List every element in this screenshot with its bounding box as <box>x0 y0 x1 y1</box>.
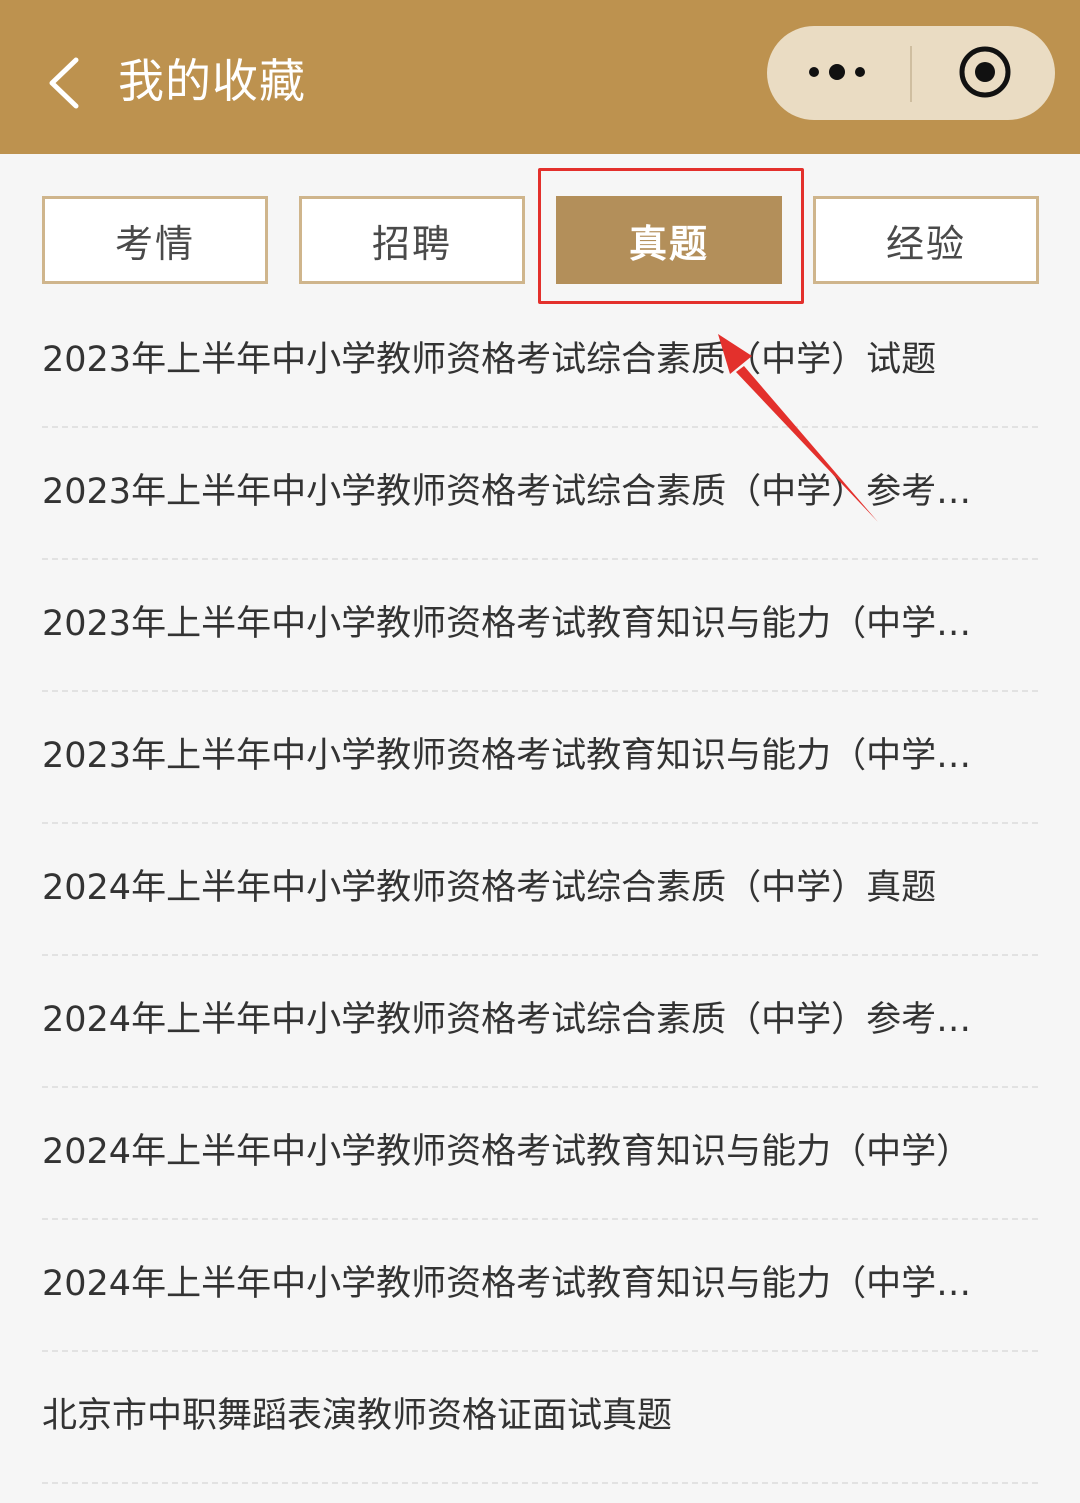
more-button[interactable] <box>767 26 910 120</box>
list-item[interactable]: 北京市中职舞蹈表演教师资格证面试真题 <box>42 1352 1038 1484</box>
favorites-list: 2023年上半年中小学教师资格考试综合素质（中学）试题 2023年上半年中小学教… <box>42 296 1038 1484</box>
list-item[interactable]: 2024年上半年中小学教师资格考试综合素质（中学）参考… <box>42 956 1038 1088</box>
list-item-title: 2023年上半年中小学教师资格考试教育知识与能力（中学… <box>42 736 972 776</box>
list-item-title: 2023年上半年中小学教师资格考试教育知识与能力（中学… <box>42 604 972 644</box>
list-item[interactable]: 2023年上半年中小学教师资格考试综合素质（中学）试题 <box>42 296 1038 428</box>
list-item-title: 2024年上半年中小学教师资格考试教育知识与能力（中学… <box>42 1264 972 1304</box>
page-title: 我的收藏 <box>118 54 306 108</box>
target-circle-icon <box>959 46 1011 98</box>
list-item[interactable]: 2023年上半年中小学教师资格考试综合素质（中学）参考… <box>42 428 1038 560</box>
list-item-title: 2023年上半年中小学教师资格考试综合素质（中学）参考… <box>42 472 972 512</box>
list-item-title: 2024年上半年中小学教师资格考试综合素质（中学）真题 <box>42 868 937 908</box>
category-tabs: 考情 招聘 真题 经验 <box>0 154 1080 314</box>
list-item[interactable]: 2024年上半年中小学教师资格考试教育知识与能力（中学） <box>42 1088 1038 1220</box>
header-bar: 我的收藏 <box>0 0 1080 154</box>
tab-jingyan[interactable]: 经验 <box>813 196 1039 284</box>
list-item-title: 2023年上半年中小学教师资格考试综合素质（中学）试题 <box>42 340 937 380</box>
close-button[interactable] <box>912 26 1055 120</box>
list-item[interactable]: 2023年上半年中小学教师资格考试教育知识与能力（中学… <box>42 692 1038 824</box>
mini-program-capsule <box>767 26 1055 120</box>
chevron-left-icon <box>49 57 79 109</box>
list-item-title: 2024年上半年中小学教师资格考试综合素质（中学）参考… <box>42 1000 972 1040</box>
list-item[interactable]: 2023年上半年中小学教师资格考试教育知识与能力（中学… <box>42 560 1038 692</box>
annotation-highlight-box <box>538 168 804 304</box>
tab-kaoqing[interactable]: 考情 <box>42 196 268 284</box>
list-item[interactable]: 2024年上半年中小学教师资格考试综合素质（中学）真题 <box>42 824 1038 956</box>
list-item-title: 北京市中职舞蹈表演教师资格证面试真题 <box>42 1396 673 1436</box>
list-item-title: 2024年上半年中小学教师资格考试教育知识与能力（中学） <box>42 1132 972 1172</box>
list-item[interactable]: 2024年上半年中小学教师资格考试教育知识与能力（中学… <box>42 1220 1038 1352</box>
more-dots-icon <box>809 64 865 80</box>
page: 我的收藏 考情 招聘 真题 经验 2023年上半年中小学教师资格考试综合素质（中… <box>0 0 1080 1503</box>
tab-zhaopin[interactable]: 招聘 <box>299 196 525 284</box>
back-button[interactable] <box>38 50 98 116</box>
